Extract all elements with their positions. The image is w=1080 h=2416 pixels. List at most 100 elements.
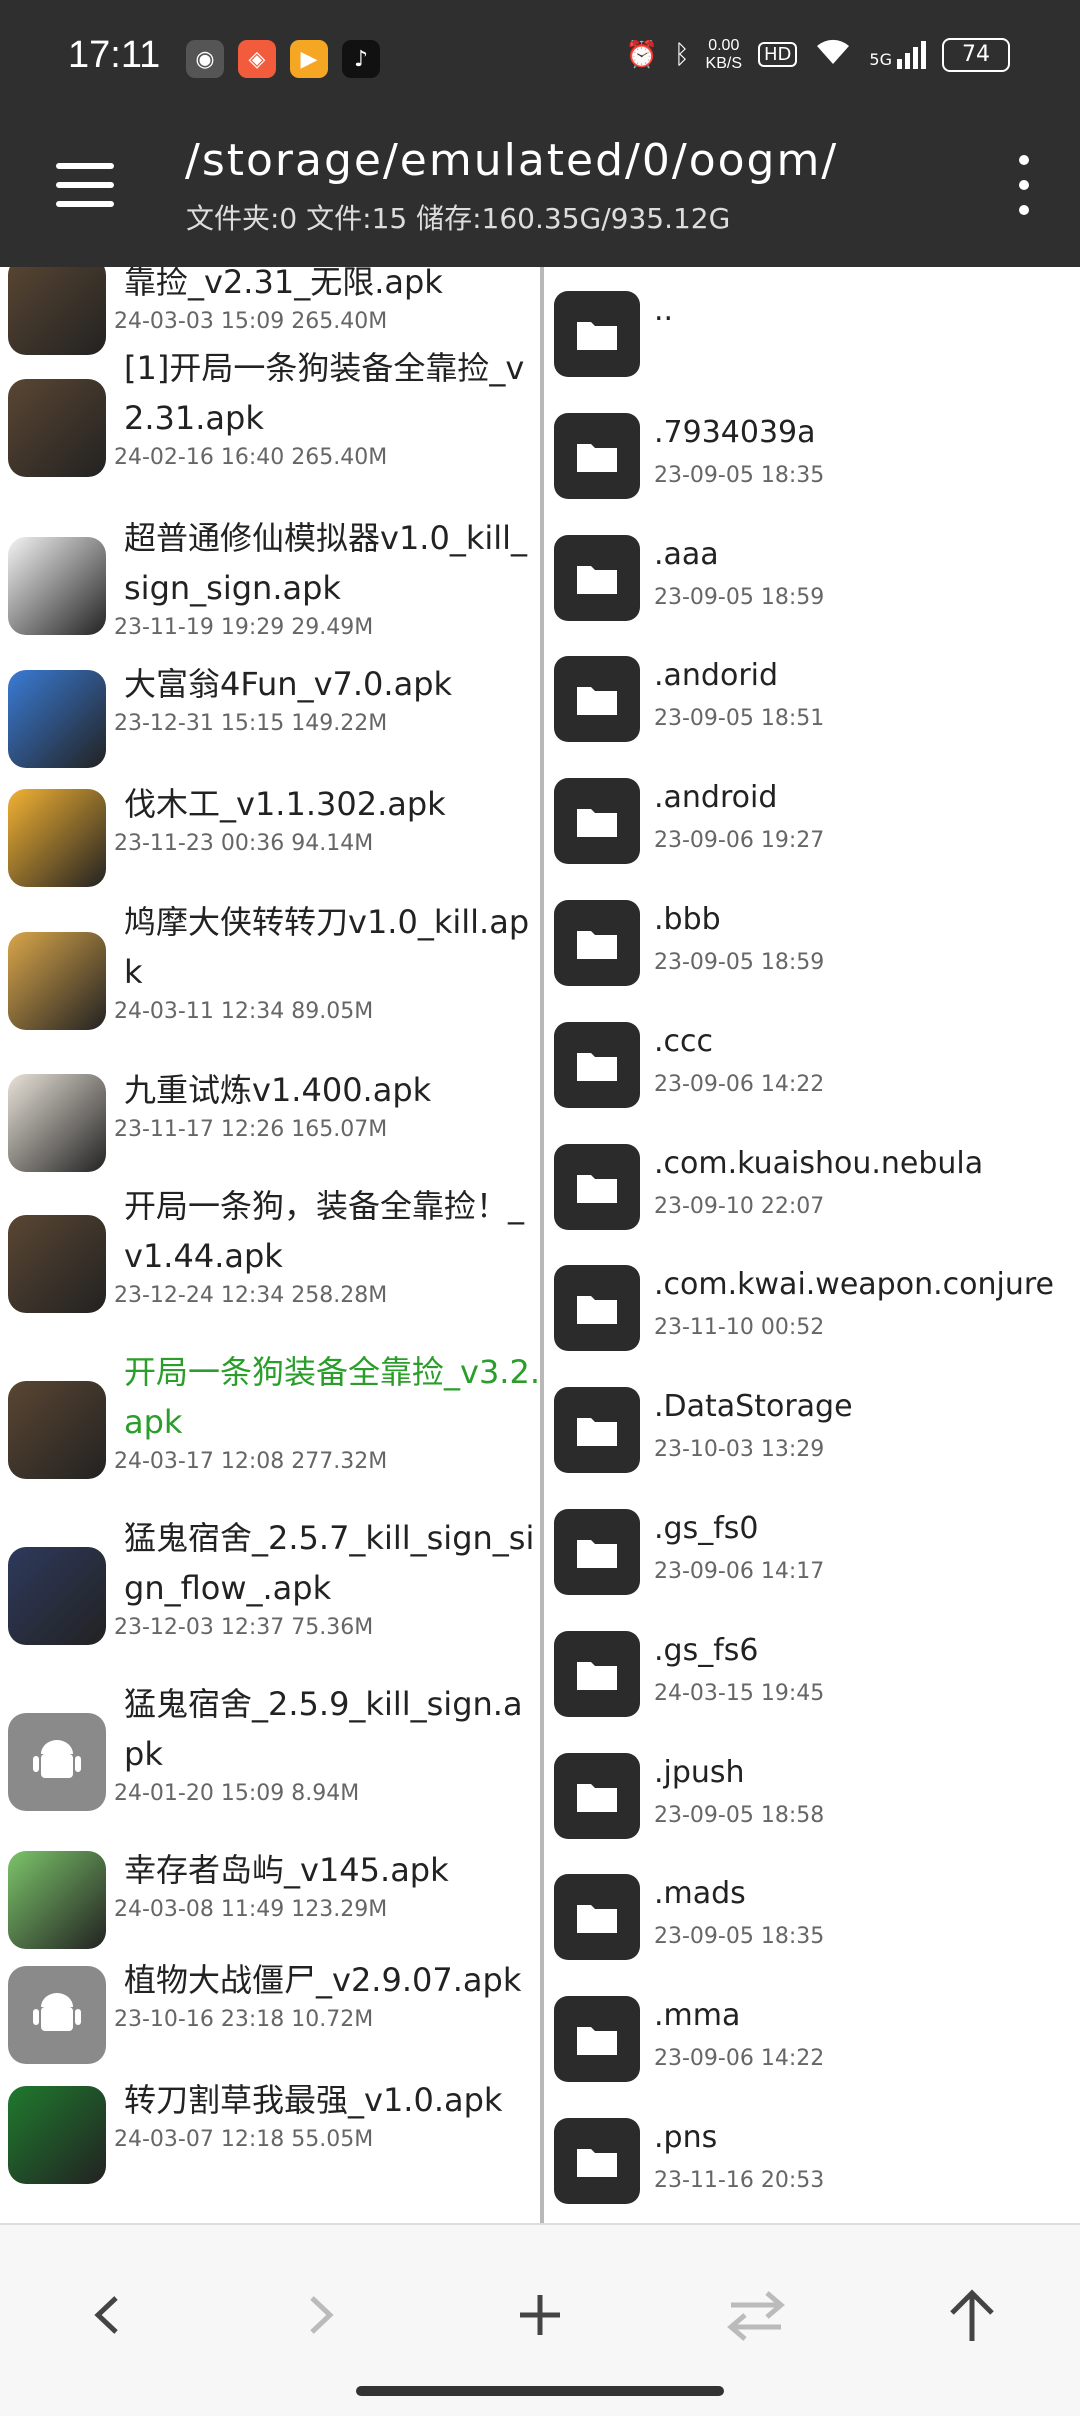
folder-icon [554,1874,640,1961]
right-folder-pane[interactable]: .. .7934039a 23-09-05 18:35 .aaa 23-09-05 18… [544,267,1080,2223]
file-name: 转刀割草我最强_v1.0.apk [124,2081,503,2119]
folder-item[interactable]: .bbb 23-09-05 18:59 [544,880,1080,1002]
folder-name: .ccc [654,1023,714,1059]
folder-name: .aaa [654,536,719,572]
list-item[interactable]: 猛鬼宿舍_2.5.9_kill_sign.apk 24-01-20 15:09 8… [0,1679,540,1845]
list-item[interactable]: 鸠摩大侠转转刀v1.0_kill.apk 24-03-11 12:34 89.05… [0,897,540,1065]
app-toolbar: /storage/emulated/0/oogm/ 文件夹:0 文件:15 储存… [0,125,1080,267]
list-item[interactable]: 开局一条狗装备全靠捡_v3.2.apk 24-03-17 12:08 277.32… [0,1347,540,1513]
folder-item[interactable]: .. [544,271,1080,393]
chevron-left-icon[interactable] [66,2275,146,2355]
folder-date: 24-03-15 19:45 [654,1680,825,1706]
home-indicator[interactable] [356,2386,724,2396]
file-name: 开局一条狗，装备全靠捡！_v1.44.apk [124,1187,525,1275]
folder-item[interactable]: .ccc 23-09-06 14:22 [544,1002,1080,1124]
folder-name: .android [654,780,778,816]
folder-name: .. [654,293,674,328]
file-name: 猛鬼宿舍_2.5.7_kill_sign_sign_flow_.apk [124,1519,535,1607]
list-item[interactable]: [1]开局一条狗装备全靠捡_v2.31.apk 24-02-16 16:40 26… [0,343,540,513]
notification-app-icon: ▶ [290,40,328,78]
folder-item[interactable]: .android 23-09-06 19:27 [544,758,1080,880]
folder-icon [554,1021,640,1108]
folder-item[interactable]: .7934039a 23-09-05 18:35 [544,393,1080,515]
file-name: 大富翁4Fun_v7.0.apk [124,665,453,703]
file-name: 开局一条狗装备全靠捡_v3.2.apk [124,1353,540,1441]
status-bar: 17:11 ◉ ◈ ▶ ♪ ⏰ ᛒ 0.00 KB/S HD 5G 74 [0,0,1080,125]
chevron-right-icon[interactable] [282,2275,362,2355]
folder-date: 23-09-10 22:07 [654,1193,825,1219]
app-icon [8,1547,106,1645]
plus-icon[interactable] [500,2275,580,2355]
alarm-icon: ⏰ [625,39,658,70]
folder-item[interactable]: .andorid 23-09-05 18:51 [544,636,1080,758]
folder-date: 23-09-05 18:35 [654,462,825,488]
file-name: 幸存者岛屿_v145.apk [124,1851,449,1889]
tiktok-icon: ♪ [342,40,380,78]
folder-icon [554,1143,640,1230]
list-item[interactable]: 幸存者岛屿_v145.apk 24-03-08 11:49 123.29M [0,1845,540,1955]
file-meta: 23-11-19 19:29 29.49M [114,615,374,640]
folder-date: 23-11-10 00:52 [654,1315,825,1341]
folder-item[interactable]: .jpush 23-09-05 18:58 [544,1733,1080,1855]
folder-name: .7934039a [654,414,816,450]
folder-item[interactable]: .mads 23-09-05 18:35 [544,1854,1080,1976]
file-meta: 23-11-17 12:26 165.07M [114,1117,388,1142]
folder-item[interactable]: .DataStorage 23-10-03 13:29 [544,1367,1080,1489]
hd-badge: HD [758,42,798,67]
folder-name: .pns [654,2120,718,2155]
folder-icon [554,1265,640,1352]
left-file-pane[interactable]: 靠捡_v2.31_无限.apk 24-03-03 15:09 265.40M [1]… [0,267,540,2223]
net-speed: 0.00 KB/S [705,36,743,72]
status-indicators: ⏰ ᛒ 0.00 KB/S HD 5G 74 [626,36,1010,73]
list-item[interactable]: 九重试炼v1.400.apk 23-11-17 12:26 165.07M [0,1065,540,1181]
folder-name: .com.kwai.weapon.conjure [654,1267,1054,1303]
file-meta: 23-10-16 23:18 10.72M [114,2007,374,2032]
folder-item[interactable]: .aaa 23-09-05 18:59 [544,515,1080,637]
folder-item[interactable]: .com.kwai.weapon.conjure 23-11-10 00:52 [544,1245,1080,1367]
battery-icon: 74 [942,37,1010,72]
file-meta: 23-12-03 12:37 75.36M [114,1615,374,1640]
folder-item[interactable]: .pns 23-11-16 20:53 [544,2098,1080,2220]
status-time: 17:11 [68,34,161,76]
list-item[interactable]: 超普通修仙模拟器v1.0_kill_sign_sign.apk 23-11-19 … [0,513,540,659]
wifi-icon [813,36,853,73]
list-item[interactable]: 靠捡_v2.31_无限.apk 24-03-03 15:09 265.40M [0,267,540,355]
folder-name: .bbb [654,902,721,937]
folder-date: 23-09-06 19:27 [654,828,825,854]
list-item[interactable]: 猛鬼宿舍_2.5.7_kill_sign_sign_flow_.apk 23-12… [0,1513,540,1679]
app-icon [8,379,106,477]
folder-name: .mads [654,1876,746,1912]
folder-date: 23-11-16 20:53 [654,2168,825,2193]
folder-item[interactable]: .mma 23-09-06 14:22 [544,1976,1080,2098]
folder-icon [554,656,640,743]
android-icon [8,1713,106,1811]
more-vert-icon[interactable] [1012,155,1036,215]
folder-date: 23-09-05 18:59 [654,584,825,610]
app-icon [8,670,106,768]
folder-item[interactable]: .gs_fs6 24-03-15 19:45 [544,1611,1080,1733]
swap-icon[interactable] [716,2275,796,2355]
notification-app-icon: ◈ [238,40,276,78]
folder-icon [554,1630,640,1717]
file-meta: 23-12-24 12:34 258.28M [114,1283,388,1308]
list-item[interactable]: 大富翁4Fun_v7.0.apk 23-12-31 15:15 149.22M [0,659,540,779]
folder-icon [554,2118,640,2204]
folder-item[interactable]: .com.kuaishou.nebula 23-09-10 22:07 [544,1124,1080,1246]
android-icon [8,1966,106,2064]
folder-icon [554,1387,640,1474]
list-item[interactable]: 伐木工_v1.1.302.apk 23-11-23 00:36 94.14M [0,779,540,897]
app-icon [8,1074,106,1172]
app-icon [8,1215,106,1313]
list-item[interactable]: 转刀割草我最强_v1.0.apk 24-03-07 12:18 55.05M [0,2075,540,2195]
list-item[interactable]: 植物大战僵尸_v2.9.07.apk 23-10-16 23:18 10.72M [0,1955,540,2075]
folder-icon [554,534,640,621]
menu-icon[interactable] [56,163,114,207]
folder-date: 23-10-03 13:29 [654,1437,825,1463]
folder-item[interactable]: .gs_fs0 23-09-06 14:17 [544,1489,1080,1611]
file-meta: 24-03-08 11:49 123.29M [114,1897,388,1922]
list-item[interactable]: 开局一条狗，装备全靠捡！_v1.44.apk 23-12-24 12:34 258… [0,1181,540,1347]
app-icon [8,2086,106,2184]
file-name: 超普通修仙模拟器v1.0_kill_sign_sign.apk [124,519,528,607]
arrow-up-icon[interactable] [932,2275,1012,2355]
folder-icon [554,412,640,499]
